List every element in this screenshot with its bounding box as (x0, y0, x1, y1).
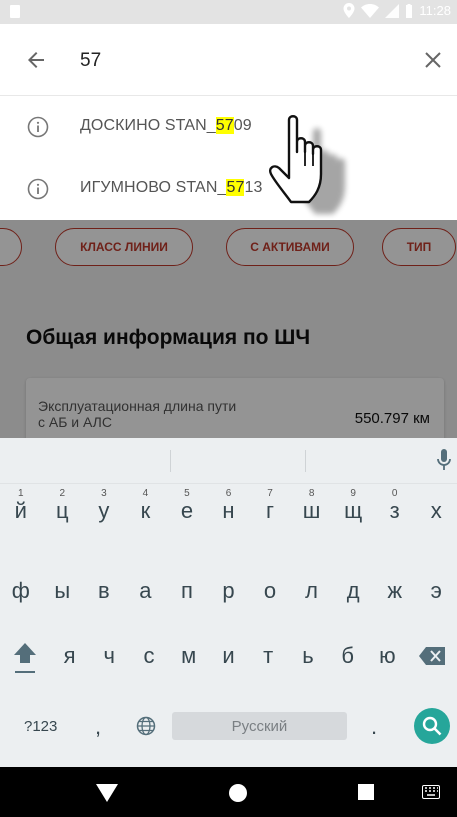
suggestion-item[interactable]: ИГУМНОВО STAN_5713 (0, 158, 457, 220)
keyboard-row-2: ф ы в а п р о л д ж э (0, 578, 457, 604)
search-icon (422, 716, 442, 736)
key[interactable]: в (83, 578, 125, 604)
key[interactable]: ы (42, 578, 84, 604)
info-icon (27, 178, 49, 200)
hand-pointer-icon (269, 115, 345, 214)
key[interactable]: ч (89, 643, 129, 681)
divider (305, 450, 306, 472)
divider (170, 450, 171, 472)
key[interactable]: 4к (125, 488, 167, 524)
location-icon (343, 3, 355, 18)
search-button[interactable] (414, 708, 450, 744)
nav-recents-icon[interactable] (358, 784, 374, 800)
key[interactable]: ж (374, 578, 416, 604)
dim-overlay (0, 220, 457, 442)
key[interactable]: 5е (166, 488, 208, 524)
comma-key[interactable]: , (95, 714, 101, 740)
globe-icon[interactable] (136, 716, 156, 736)
microphone-icon[interactable] (436, 448, 452, 472)
close-icon[interactable] (424, 51, 442, 69)
suggestion-strip (0, 438, 457, 484)
match-highlight: 57 (226, 179, 245, 196)
key[interactable]: 8ш (291, 488, 333, 524)
shift-key[interactable] (0, 643, 50, 681)
key[interactable]: б (328, 643, 368, 681)
status-time: 11:28 (419, 3, 451, 18)
sd-card-icon (10, 5, 20, 18)
key[interactable]: д (332, 578, 374, 604)
key[interactable]: ю (368, 643, 408, 681)
period-key[interactable]: . (371, 714, 377, 740)
key[interactable]: 7г (249, 488, 291, 524)
status-bar: 11:28 (0, 0, 457, 24)
key[interactable]: п (166, 578, 208, 604)
shift-icon (13, 643, 36, 673)
key[interactable]: 9щ (332, 488, 374, 524)
suggestion-item[interactable]: ДОСКИНО STAN_5709 (0, 96, 457, 158)
nav-back-icon[interactable] (96, 784, 118, 802)
key[interactable]: 2ц (42, 488, 84, 524)
navigation-bar (0, 767, 457, 817)
back-arrow-icon[interactable] (24, 48, 48, 72)
suggestion-list: ДОСКИНО STAN_5709 ИГУМНОВО STAN_5713 (0, 96, 457, 220)
key[interactable]: л (291, 578, 333, 604)
key[interactable]: я (50, 643, 90, 681)
search-input[interactable]: 57 (80, 50, 101, 72)
key[interactable]: 6н (208, 488, 250, 524)
key[interactable]: а (125, 578, 167, 604)
key[interactable]: и (209, 643, 249, 681)
nav-home-icon[interactable] (228, 783, 248, 803)
symbols-key[interactable]: ?123 (24, 718, 57, 735)
space-bar[interactable]: Русский (172, 712, 347, 740)
signal-icon (385, 3, 400, 18)
key[interactable]: ь (288, 643, 328, 681)
key[interactable]: 3у (83, 488, 125, 524)
suggestion-label: ИГУМНОВО STAN_5713 (80, 179, 263, 196)
info-icon (27, 116, 49, 138)
keyboard-row-1: 1й 2ц 3у 4к 5е 6н 7г 8ш 9щ 0з х (0, 488, 457, 524)
keyboard-row-3: я ч с м и т ь б ю (0, 643, 457, 681)
key[interactable]: о (249, 578, 291, 604)
key[interactable]: р (208, 578, 250, 604)
battery-icon (406, 3, 413, 18)
backspace-key[interactable] (407, 643, 457, 681)
key[interactable]: т (248, 643, 288, 681)
backspace-icon (419, 647, 446, 665)
key[interactable]: с (129, 643, 169, 681)
suggestion-label: ДОСКИНО STAN_5709 (80, 117, 252, 134)
match-highlight: 57 (215, 117, 234, 134)
key[interactable]: ф (0, 578, 42, 604)
key[interactable]: х (415, 498, 457, 524)
key[interactable]: м (169, 643, 209, 681)
key[interactable]: 1й (0, 488, 42, 524)
key[interactable]: 0з (374, 488, 416, 524)
search-bar: 57 (0, 24, 457, 96)
background-page: КЛАСС ЛИНИИ С АКТИВАМИ ТИП Общая информа… (0, 220, 457, 442)
key[interactable]: э (415, 578, 457, 604)
soft-keyboard: 1й 2ц 3у 4к 5е 6н 7г 8ш 9щ 0з х ф ы в а … (0, 438, 457, 767)
wifi-icon (361, 3, 380, 18)
keyboard-switch-icon[interactable] (422, 785, 440, 799)
